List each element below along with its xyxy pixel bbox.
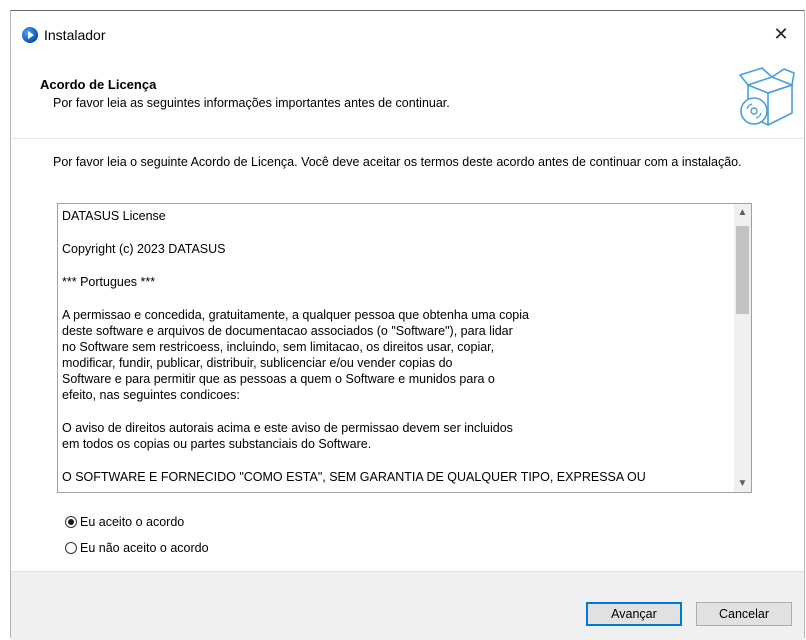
title-bar[interactable]: Instalador ✕ bbox=[11, 11, 804, 57]
decline-radio[interactable] bbox=[65, 542, 77, 554]
accept-option[interactable]: Eu aceito o acordo bbox=[65, 515, 184, 529]
license-text-area[interactable]: DATASUS License Copyright (c) 2023 DATAS… bbox=[57, 203, 752, 493]
accept-radio[interactable] bbox=[65, 516, 77, 528]
installer-window: Instalador ✕ Acordo de Licença Por favor… bbox=[10, 10, 805, 640]
window-title: Instalador bbox=[44, 27, 106, 43]
page-subtitle: Por favor leia as seguintes informações … bbox=[53, 96, 450, 110]
license-paragraph: *** Portugues *** bbox=[62, 275, 156, 289]
scroll-up-arrow-icon[interactable]: ▲ bbox=[734, 204, 751, 221]
close-button[interactable]: ✕ bbox=[758, 11, 804, 57]
decline-option[interactable]: Eu não aceito o acordo bbox=[65, 541, 209, 555]
license-scrollbar[interactable]: ▲ ▼ bbox=[734, 204, 751, 492]
page-header: Acordo de Licença Por favor leia as segu… bbox=[11, 57, 804, 137]
decline-label: Eu não aceito o acordo bbox=[80, 541, 209, 555]
license-paragraph: Copyright (c) 2023 DATASUS bbox=[62, 242, 226, 256]
license-text: DATASUS License Copyright (c) 2023 DATAS… bbox=[62, 208, 727, 492]
accept-label: Eu aceito o acordo bbox=[80, 515, 185, 529]
license-intro-text: Por favor leia o seguinte Acordo de Lice… bbox=[53, 155, 742, 169]
page-title: Acordo de Licença bbox=[40, 77, 157, 92]
button-bar: Avançar Cancelar bbox=[11, 571, 804, 640]
license-paragraph: DATASUS License bbox=[62, 209, 166, 223]
installer-app-icon bbox=[22, 27, 38, 43]
header-divider bbox=[11, 138, 804, 139]
license-paragraph: O aviso de direitos autorais acima e est… bbox=[62, 421, 513, 451]
license-paragraph: O SOFTWARE E FORNECIDO "COMO ESTA", SEM … bbox=[62, 470, 646, 484]
next-button[interactable]: Avançar bbox=[586, 602, 682, 626]
license-paragraph: A permissao e concedida, gratuitamente, … bbox=[62, 308, 529, 402]
scroll-down-arrow-icon[interactable]: ▼ bbox=[734, 475, 751, 492]
software-box-cd-icon bbox=[739, 67, 795, 126]
cancel-button[interactable]: Cancelar bbox=[696, 602, 792, 626]
scroll-thumb[interactable] bbox=[736, 226, 749, 314]
